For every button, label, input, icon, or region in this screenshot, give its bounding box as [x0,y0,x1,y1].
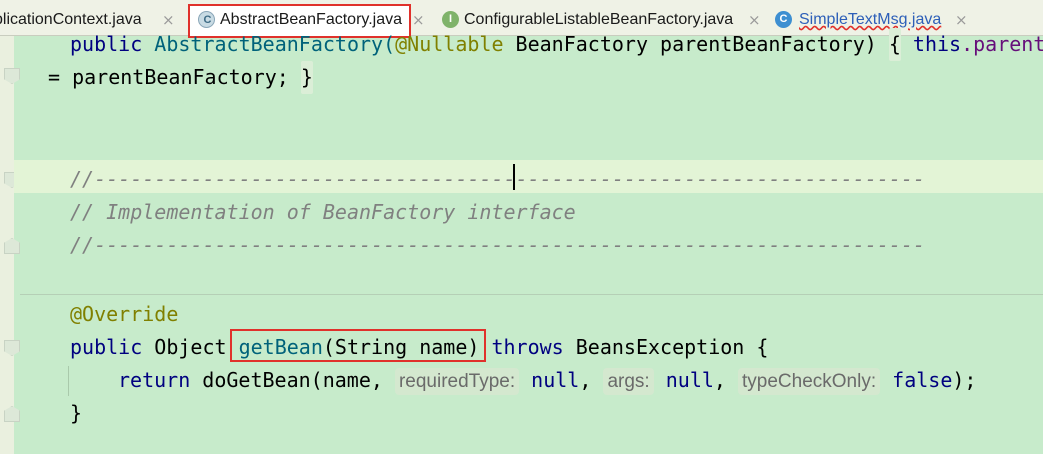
interface-icon: I [442,11,459,28]
tab-label: plicationContext.java [0,11,142,28]
code-line-comment: // Implementation of BeanFactory interfa… [70,200,576,224]
code-line-comment-sep-2: //--------------------------------------… [70,233,925,257]
class-icon: C [775,11,792,28]
code-editor[interactable]: public AbstractBeanFactory(@Nullable Bea… [14,28,1043,454]
code-line-close-brace: } [70,401,83,425]
editor-gutter [0,36,14,454]
param-hint: args: [603,368,654,395]
code-line-1: public AbstractBeanFactory(@Nullable Bea… [70,28,1043,61]
code-line-return: return doGetBean(name, requiredType: nul… [118,364,976,397]
param-hint: typeCheckOnly: [738,368,881,395]
code-line-annotation: @Override [70,302,179,326]
param-hint: requiredType: [394,368,520,395]
indent-guide [68,366,69,396]
code-line-2: = parentBeanFactory; } [48,61,313,94]
code-line-comment-sep-1: //--------------------------------------… [70,167,925,191]
highlight-box-getbean [230,329,486,362]
text-caret [513,164,515,190]
